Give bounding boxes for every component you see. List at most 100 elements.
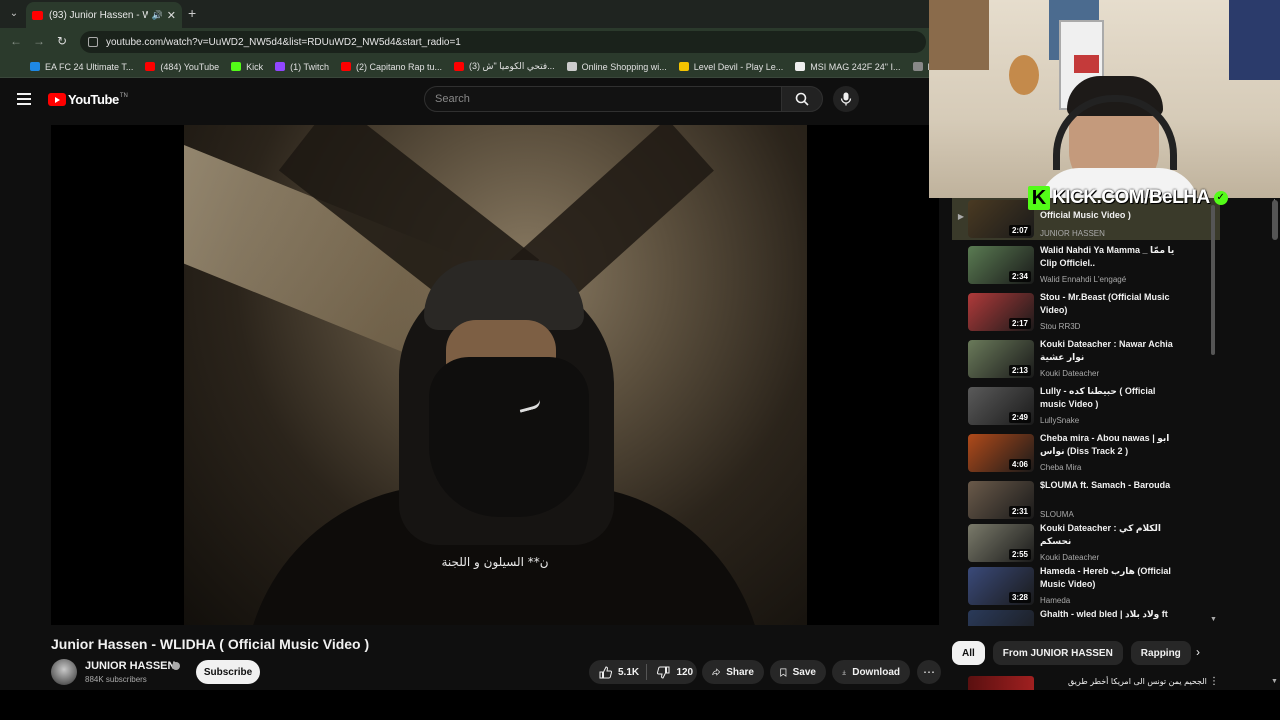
download-button[interactable]: Download xyxy=(832,660,910,684)
playlist-thumbnail[interactable]: 2:07 xyxy=(968,200,1034,238)
site-info-icon[interactable] xyxy=(88,37,98,47)
playlist-item[interactable]: Ghalth - wled bled | ولاد بلاد ft xyxy=(952,608,1220,626)
close-tab-icon[interactable]: ✕ xyxy=(167,9,176,22)
bookmark-item[interactable]: (484) YouTube xyxy=(145,62,219,72)
bookmark-item[interactable]: EA FC 24 Ultimate T... xyxy=(30,62,133,72)
playlist-item[interactable]: 3:28 Hameda - Hereb هارب (Official Music … xyxy=(952,565,1220,611)
bottom-bar xyxy=(0,690,1280,720)
more-vert-icon[interactable]: ⋮ xyxy=(1209,676,1219,687)
bookmark-favicon-icon xyxy=(340,62,351,71)
playlist-scroll-down-icon[interactable]: ▼ xyxy=(1210,616,1217,623)
tab-search-icon[interactable]: ⌄ xyxy=(6,6,22,22)
playlist-item-title[interactable]: Official Music Video ) xyxy=(1040,209,1175,222)
playlist-item-channel[interactable]: Kouki Dateacher xyxy=(1040,553,1099,562)
youtube-logo[interactable]: YouTube TN xyxy=(48,92,128,107)
bookmark-item[interactable]: Level Devil - Play Le... xyxy=(678,61,784,72)
playlist-item-channel[interactable]: Walid Ennahdi L'engagé xyxy=(1040,275,1126,284)
bookmark-item[interactable]: Kick xyxy=(231,62,263,72)
playlist-item[interactable]: 2:17 Stou - Mr.Beast (Official Music Vide… xyxy=(952,291,1220,337)
chip-from-junior-hassen[interactable]: From JUNIOR HASSEN xyxy=(992,641,1123,665)
playlist-item[interactable]: 2:55 Kouki Dateacher : الكلام كي نحسكم Kou… xyxy=(952,522,1220,568)
playlist-item-channel[interactable]: Cheba Mira xyxy=(1040,463,1081,472)
search-button[interactable] xyxy=(781,86,823,112)
bookmark-favicon-icon xyxy=(795,62,806,71)
video-player[interactable]: ن** السيلون و اللجنة xyxy=(51,125,939,625)
like-button[interactable]: 5.1K xyxy=(589,660,646,684)
chip-rapping[interactable]: Rapping xyxy=(1130,641,1191,665)
search-box[interactable] xyxy=(424,86,782,112)
playlist-item-title[interactable]: $LOUMA ft. Samach - Barouda xyxy=(1040,479,1175,492)
playlist-item-channel[interactable]: LullySnake xyxy=(1040,416,1079,425)
reload-icon[interactable]: ↻ xyxy=(57,34,67,48)
bookmark-label: (1) Twitch xyxy=(290,61,329,72)
bookmark-favicon-icon xyxy=(231,62,242,71)
playlist-item-title[interactable]: Walid Nahdi Ya Mamma _ يا ممّا Clip Offi… xyxy=(1040,244,1175,270)
new-tab-button[interactable]: + xyxy=(188,5,196,21)
bookmark-label: Level Devil - Play Le... xyxy=(693,61,784,72)
bookmarks-bar: EA FC 24 Ultimate T... (484) YouTube Kick (… xyxy=(0,56,1013,78)
bookmark-item[interactable]: MSI MAG 242F 24" I... xyxy=(795,62,901,72)
channel-avatar[interactable] xyxy=(51,659,77,685)
playlist-thumbnail[interactable]: 2:31 xyxy=(968,481,1034,519)
playlist-item[interactable]: 2:13 Kouki Dateacher : Nawar Achia نوار ع… xyxy=(952,338,1220,384)
playlist-item-title[interactable]: Kouki Dateacher : الكلام كي نحسكم xyxy=(1040,522,1175,548)
forward-icon[interactable]: → xyxy=(33,34,45,48)
back-icon[interactable]: ← xyxy=(10,34,22,48)
playlist-thumbnail[interactable]: 3:28 xyxy=(968,567,1034,605)
page-scrollbar[interactable] xyxy=(1272,200,1278,240)
chip-all[interactable]: All xyxy=(952,641,985,665)
share-icon xyxy=(712,668,721,676)
playlist-item-title[interactable]: Lully - حبيطنا كده ( Official music Vide… xyxy=(1040,385,1175,411)
channel-name[interactable]: JUNIOR HASSEN xyxy=(85,660,175,672)
playlist-thumbnail[interactable]: 2:55 xyxy=(968,524,1034,562)
playlist-item-title[interactable]: Hameda - Hereb هارب (Official Music Vide… xyxy=(1040,565,1175,591)
page-scroll-down-icon[interactable]: ▼ xyxy=(1271,678,1278,685)
playlist-item-title[interactable]: Kouki Dateacher : Nawar Achia نوار عشية xyxy=(1040,338,1175,364)
subscriber-count: 884K subscribers xyxy=(85,675,147,684)
bookmark-item[interactable]: Online Shopping wi... xyxy=(566,62,667,72)
playlist-thumbnail[interactable]: 2:49 xyxy=(968,387,1034,425)
bookmark-item[interactable]: (1) Twitch xyxy=(275,62,329,72)
next-recommendation-row[interactable]: الجحيم يمن تونس الى امريكا أخطر طريق ⋮ xyxy=(952,676,1220,690)
audio-icon[interactable]: 🔊 xyxy=(152,10,163,21)
playlist-item-channel[interactable]: Hameda xyxy=(1040,596,1070,605)
browser-tab-active[interactable]: (93) Junior Hassen - WLIDHA 🔊 ✕ xyxy=(26,2,182,28)
more-actions-button[interactable]: ⋯ xyxy=(917,660,941,684)
search-input[interactable] xyxy=(425,87,781,111)
bookmark-item[interactable]: (2) Capitano Rap tu... xyxy=(340,62,442,72)
youtube-play-icon xyxy=(48,93,66,106)
bookmark-label: (3) فتحي الكوميا "ش... xyxy=(469,61,555,71)
playlist-item[interactable]: 2:49 Lully - حبيطنا كده ( Official music … xyxy=(952,385,1220,431)
playlist-thumbnail[interactable]: 2:17 xyxy=(968,293,1034,331)
bookmark-item[interactable]: (3) فتحي الكوميا "ش... xyxy=(454,61,555,72)
playlist-thumbnail[interactable]: 2:34 xyxy=(968,246,1034,284)
playlist-item-channel[interactable]: Kouki Dateacher xyxy=(1040,369,1099,378)
playlist-item-title[interactable]: Ghalth - wled bled | ولاد بلاد ft xyxy=(1040,608,1175,621)
dislike-button[interactable]: 120 xyxy=(647,660,697,684)
playlist-scrollbar[interactable] xyxy=(1211,205,1215,355)
subscribe-button[interactable]: Subscribe xyxy=(196,660,260,684)
playlist-item-title[interactable]: Cheba mira - Abou nawas | ابو نواس (Diss… xyxy=(1040,432,1175,458)
recommendation-chips: AllFrom JUNIOR HASSENRappingRelaxing xyxy=(952,641,1192,665)
share-button[interactable]: Share xyxy=(702,660,764,684)
next-thumbnail[interactable] xyxy=(968,676,1034,690)
playlist-item-title[interactable]: Stou - Mr.Beast (Official Music Video) xyxy=(1040,291,1175,317)
bookmark-label: (484) YouTube xyxy=(160,61,220,72)
playlist-thumbnail[interactable] xyxy=(968,610,1034,626)
playlist-thumbnail[interactable]: 2:13 xyxy=(968,340,1034,378)
playlist-item-channel[interactable]: Stou RR3D xyxy=(1040,322,1080,331)
playlist-item-channel[interactable]: SLOUMA xyxy=(1040,510,1074,519)
chevron-right-icon[interactable]: › xyxy=(1196,645,1200,659)
save-button[interactable]: Save xyxy=(770,660,826,684)
apps-grid-icon[interactable] xyxy=(8,62,10,72)
playlist-item[interactable]: 2:34 Walid Nahdi Ya Mamma _ يا ممّا Clip … xyxy=(952,244,1220,290)
playlist-thumbnail[interactable]: 4:06 xyxy=(968,434,1034,472)
menu-icon[interactable] xyxy=(17,93,31,105)
logo-text: YouTube xyxy=(68,92,119,107)
playlist-item[interactable]: 4:06 Cheba mira - Abou nawas | ابو نواس (… xyxy=(952,432,1220,478)
url-field[interactable]: youtube.com/watch?v=UuWD2_NW5d4&list=RDU… xyxy=(80,31,926,53)
playlist-item-channel[interactable]: JUNIOR HASSEN xyxy=(1040,229,1105,238)
playlist-item[interactable]: 2:31 $LOUMA ft. Samach - Barouda SLOUMA xyxy=(952,479,1220,525)
share-label: Share xyxy=(726,666,754,678)
voice-search-button[interactable] xyxy=(833,86,859,112)
